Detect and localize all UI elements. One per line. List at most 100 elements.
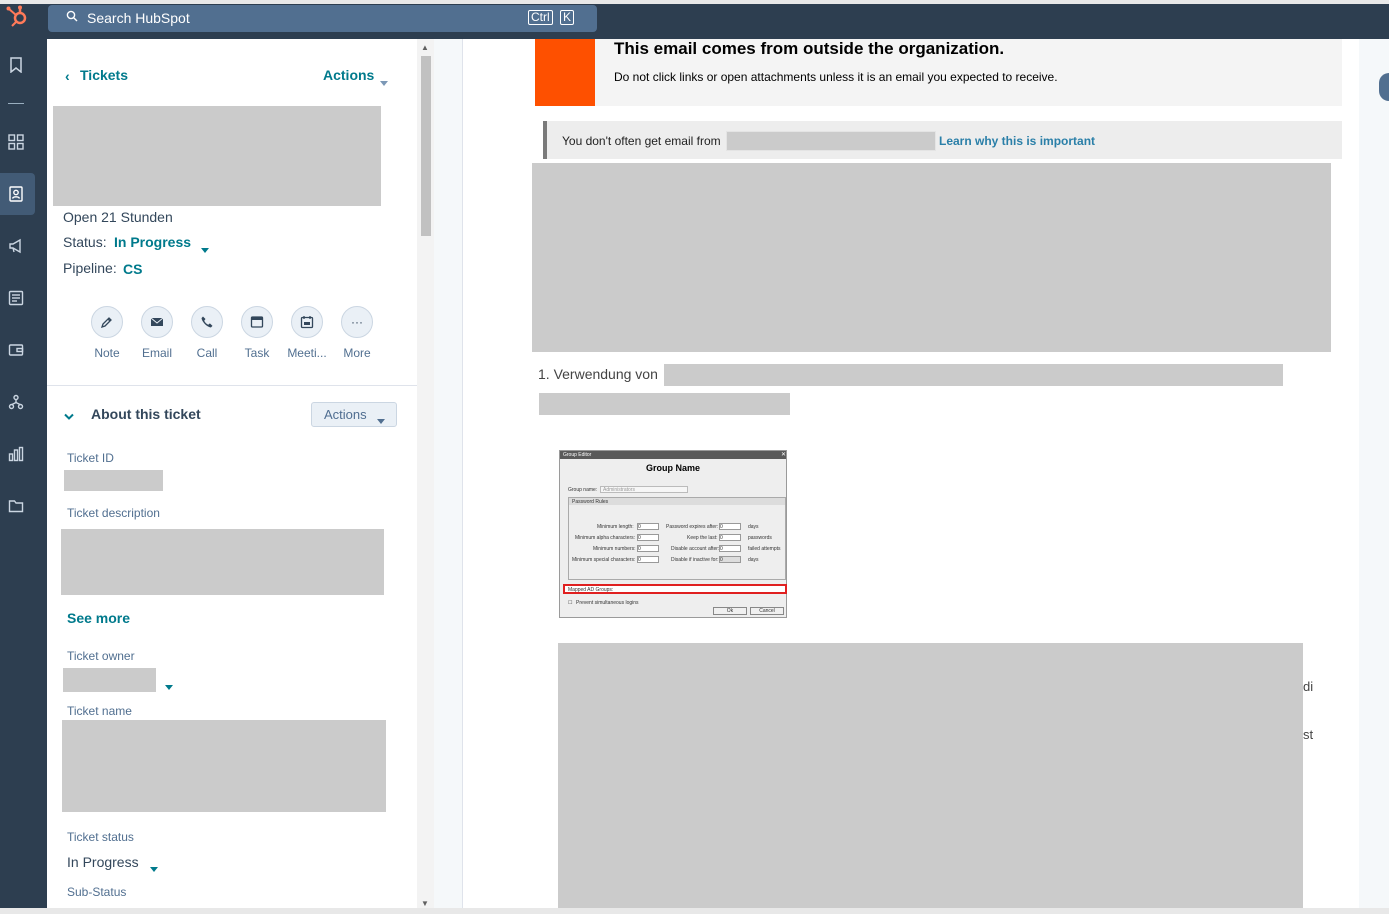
note-button[interactable] [91,306,123,338]
task-label: Task [244,346,270,360]
group-name-label: Group name: [568,487,598,493]
sub-status-label: Sub-Status [67,885,127,899]
group-name-field: Administrators [600,486,688,493]
mapped-ad-groups-label: Mapped AD Groups: [568,587,614,593]
more-button[interactable]: ··· [341,306,373,338]
redacted-sender [726,131,936,151]
prevent-logins-label: Prevent simultaneous logins [576,600,639,606]
meeting-button[interactable] [291,306,323,338]
task-button[interactable] [241,306,273,338]
email-button[interactable] [141,306,173,338]
reports-chart-icon[interactable] [8,446,24,462]
rule-label-right: Disable account after: [671,546,720,552]
warning-title: This email comes from outside the organi… [614,39,1005,58]
rule-label: Minimum alpha characters: [575,535,636,541]
back-to-tickets-link[interactable]: Tickets [80,67,128,83]
owner-chevron-down-icon[interactable] [165,677,173,695]
embedded-group-editor-image: Group Editor ✕ Group Name Group name: Ad… [559,450,787,618]
redacted-ticket-name[interactable] [62,720,386,812]
about-actions-button[interactable]: Actions [311,402,397,427]
right-gutter [1359,39,1389,908]
rule-value-right: 0 [719,534,741,541]
cut-off-text-2: st [1303,727,1314,742]
call-label: Call [196,346,218,360]
pipeline-label: Pipeline: [63,260,117,276]
rule-value: 0 [637,534,659,541]
bookmark-icon[interactable] [8,57,24,73]
header-actions-dropdown[interactable]: Actions [323,67,374,83]
rule-label: Minimum length: [597,524,634,530]
rule-unit: passwords [748,535,772,541]
list-item-text: 1. Verwendung von [538,366,658,382]
hubspot-logo-icon[interactable] [5,4,29,28]
meeting-icon [300,316,314,329]
note-label: Note [94,346,120,360]
more-label: More [343,346,371,360]
rule-value: 0 [637,545,659,552]
chevron-down-icon [380,73,388,91]
open-duration: Open 21 Stunden [63,209,173,225]
rule-value: 0 [637,556,659,563]
section-divider [47,385,417,386]
password-rules-label: Password Rules [572,499,609,505]
dialog-cancel-button: Cancel [750,607,784,615]
app-window: Search HubSpot Ctrl K ‹ Tickets Actions … [0,0,1389,914]
record-sidebar: ‹ Tickets Actions Open 21 Stunden Status… [47,39,417,908]
mapped-ad-groups-highlight: Mapped AD Groups: [563,584,787,594]
prevent-checkbox: ☐ [568,600,573,606]
automation-icon[interactable] [8,394,24,410]
ticket-status-chevron-down-icon[interactable] [150,859,158,877]
dialog-titlebar: Group Editor [560,451,786,459]
warning-orange-bar [535,39,595,106]
rule-label-right: Password expires after: [666,524,719,530]
marketing-megaphone-icon[interactable] [8,238,24,254]
call-button[interactable] [191,306,223,338]
ticket-description-label: Ticket description [67,506,160,520]
redacted-email-paragraph [532,163,1331,352]
rule-value-right: 0 [719,523,741,530]
scroll-up-arrow-icon[interactable]: ▲ [421,43,429,52]
email-label: Email [141,346,172,360]
warning-body: Do not click links or open attachments u… [614,70,1058,84]
search-placeholder: Search HubSpot [87,10,190,26]
commerce-wallet-icon[interactable] [8,342,24,358]
contacts-icon[interactable] [8,186,24,202]
status-dropdown[interactable]: In Progress [114,234,191,250]
about-actions-chevron-down-icon [377,412,385,427]
ticket-status-dropdown[interactable]: In Progress [67,854,139,870]
dashboard-grid-icon[interactable] [8,134,24,150]
redacted-ticket-title [53,106,381,206]
window-bottom-border [0,908,1389,914]
dialog-close-icon: ✕ [781,452,787,458]
shortcut-ctrl-key: Ctrl [528,10,553,25]
rule-label: Minimum numbers: [593,546,636,552]
side-panel-toggle[interactable] [1379,73,1389,101]
scroll-down-arrow-icon[interactable]: ▼ [421,899,429,908]
library-folder-icon[interactable] [8,498,24,514]
learn-why-link[interactable]: Learn why this is important [939,134,1095,148]
global-search[interactable]: Search HubSpot Ctrl K [48,5,597,32]
pipeline-value[interactable]: CS [123,261,142,277]
sidebar-scroll-thumb[interactable] [421,56,431,236]
meeting-label: Meeti... [287,346,327,360]
ticket-id-label: Ticket ID [67,451,114,465]
content-gutter [434,39,462,908]
task-icon [250,316,264,328]
redacted-ticket-id [64,470,163,491]
rule-unit: days [748,524,759,530]
content-icon[interactable] [8,290,24,306]
about-section-title[interactable]: About this ticket [91,406,201,422]
search-icon [66,10,78,22]
redacted-list-item-continued [539,393,790,415]
rule-unit: days [748,557,759,563]
redacted-ticket-owner[interactable] [63,668,156,692]
about-collapse-chevron-icon[interactable] [64,408,74,426]
password-rules-header: Password Rules [569,498,785,505]
status-label: Status: [63,234,107,250]
ticket-owner-label: Ticket owner [67,649,135,663]
redacted-email-section [558,643,1303,908]
see-more-link[interactable]: See more [67,610,130,626]
back-chevron-icon[interactable]: ‹ [65,68,70,84]
ticket-name-label: Ticket name [67,704,132,718]
rule-label-right: Keep the last: [687,535,718,541]
